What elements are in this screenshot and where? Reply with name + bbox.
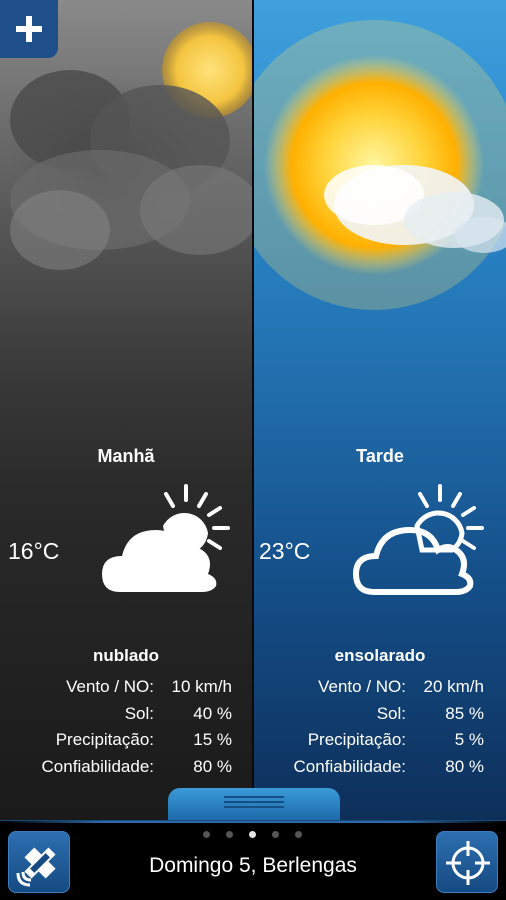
stat-row-wind: Vento / NO: 20 km/h [254,677,506,704]
period-label: Tarde [356,446,404,466]
page-dot-active[interactable] [249,831,256,838]
locate-me-button[interactable] [436,831,498,893]
afternoon-panel: Tarde 23°C ensolarado Vento / NO: 20 km/… [254,0,506,820]
sunny-sky-illustration [254,20,506,310]
page-dot[interactable] [203,831,210,838]
crosshair-icon [446,841,490,885]
stat-row-reliability: Confiabilidade: 80 % [254,757,506,784]
stat-value: 80 % [193,757,232,777]
cloud-sun-icon [102,484,230,592]
temperature: 23°C [259,538,311,564]
weather-stats: Vento / NO: 10 km/h Sol: 40 % Precipitaç… [0,677,252,784]
gps-location-button[interactable] [8,831,70,893]
bottom-bar: Domingo 5, Berlengas [0,820,506,900]
stat-value: 40 % [193,703,232,723]
morning-panel: Manhã 16°C nublado Vento / NO: 10 km/h S… [0,0,252,820]
stat-label: Confiabilidade: [41,757,154,777]
condition-label: ensolarado [334,646,426,665]
weather-stats: Vento / NO: 20 km/h Sol: 85 % Precipitaç… [254,677,506,784]
stat-row-precipitation: Precipitação: 5 % [254,730,506,757]
stat-value: 85 % [445,703,484,723]
grip-line [224,806,284,808]
stat-value: 80 % [445,757,484,777]
satellite-icon [16,847,56,887]
stat-row-reliability: Confiabilidade: 80 % [0,757,252,784]
stat-value: 15 % [193,730,232,750]
stat-label: Precipitação: [307,730,406,750]
stat-label: Vento / NO: [66,677,154,696]
stat-value: 10 km/h [171,677,232,696]
period-label: Manhã [97,446,155,466]
page-dot[interactable] [295,831,302,838]
stat-value: 20 km/h [423,677,484,696]
stat-row-wind: Vento / NO: 10 km/h [0,677,252,704]
cloud-sun-icon [352,484,484,595]
condition-label: nublado [92,646,160,665]
stat-label: Precipitação: [55,730,154,750]
stat-row-precipitation: Precipitação: 15 % [0,730,252,757]
drawer-handle[interactable] [168,788,340,820]
page-indicator [203,831,303,841]
stat-row-sun: Sol: 40 % [0,704,252,731]
stat-label: Confiabilidade: [293,757,406,777]
stat-label: Vento / NO: [318,677,406,696]
stat-label: Sol: [124,703,154,723]
plus-icon [16,16,42,42]
temperature: 16°C [8,538,60,564]
stat-value: 5 % [454,730,484,750]
stat-row-sun: Sol: 85 % [254,704,506,731]
add-location-button[interactable] [0,0,58,58]
grip-line [224,796,284,798]
page-dot[interactable] [272,831,279,838]
grip-line [224,801,284,803]
page-dot[interactable] [226,831,233,838]
location-date-label: Domingo 5, Berlengas [149,854,357,877]
stat-label: Sol: [376,703,406,723]
